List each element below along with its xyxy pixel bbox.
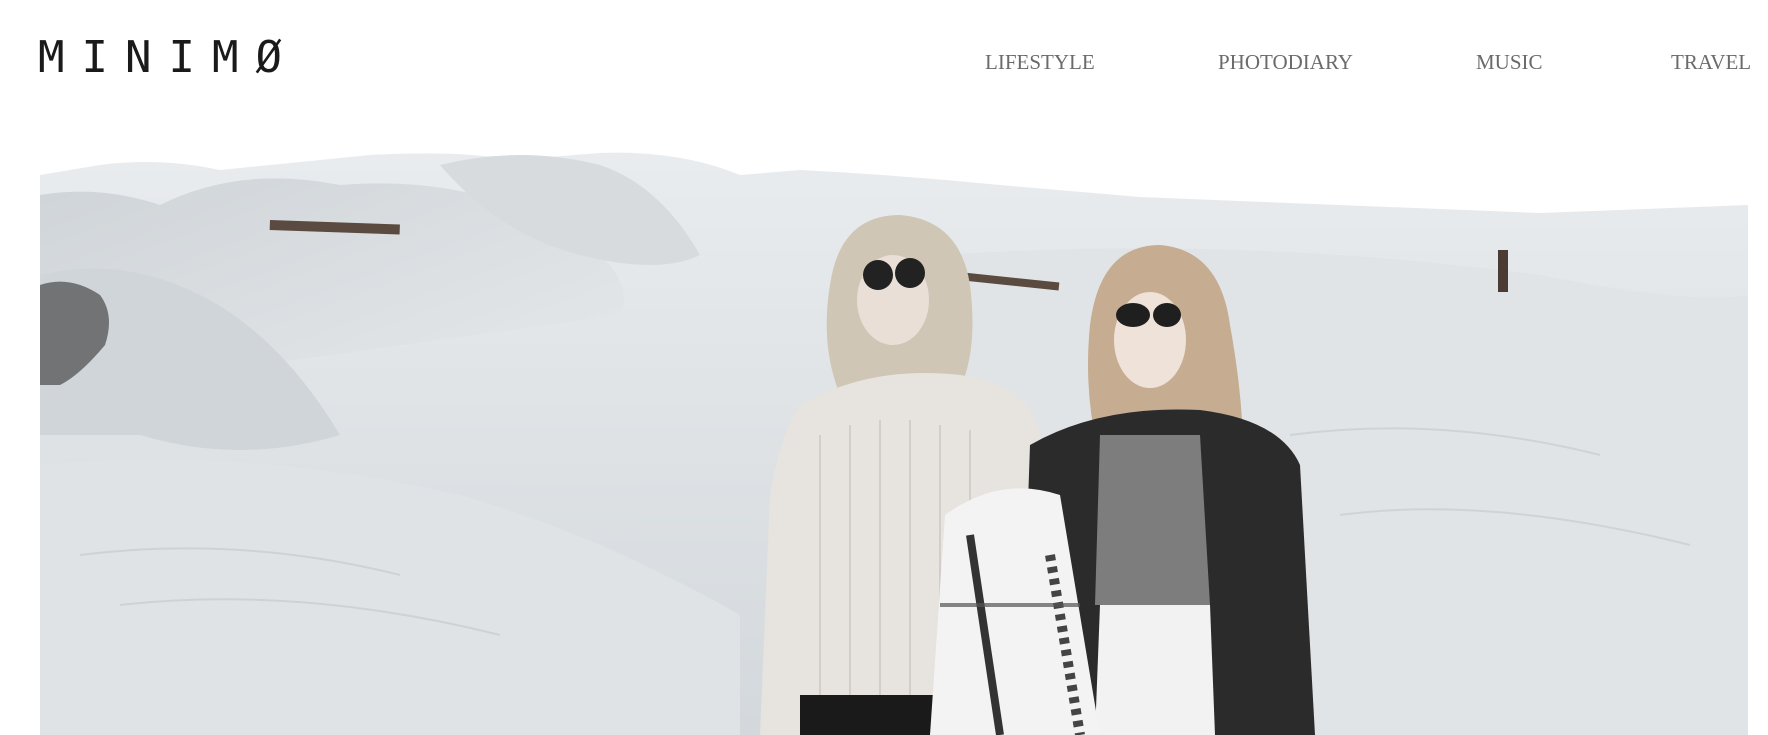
nav-item-music[interactable]: MUSIC	[1476, 50, 1543, 75]
nav-item-lifestyle[interactable]: LIFESTYLE	[985, 50, 1095, 75]
nav-item-travel[interactable]: TRAVEL	[1671, 50, 1751, 75]
hero-image	[40, 135, 1748, 735]
main-nav: LIFESTYLE PHOTODIARY MUSIC TRAVEL	[0, 50, 1768, 80]
nav-item-photodiary[interactable]: PHOTODIARY	[1218, 50, 1353, 75]
site-header: MINIMØ LIFESTYLE PHOTODIARY MUSIC TRAVEL	[0, 0, 1768, 120]
hero-photo-illustration	[40, 135, 1748, 735]
